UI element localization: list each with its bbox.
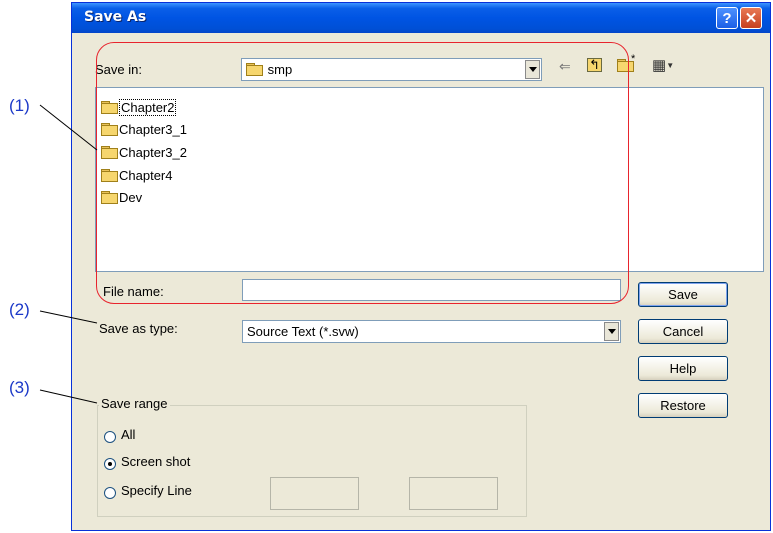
callout-leaders bbox=[39, 104, 98, 404]
leader-line-2 bbox=[39, 310, 98, 324]
leader-line-3 bbox=[39, 389, 98, 404]
leader-line-1 bbox=[39, 104, 98, 151]
